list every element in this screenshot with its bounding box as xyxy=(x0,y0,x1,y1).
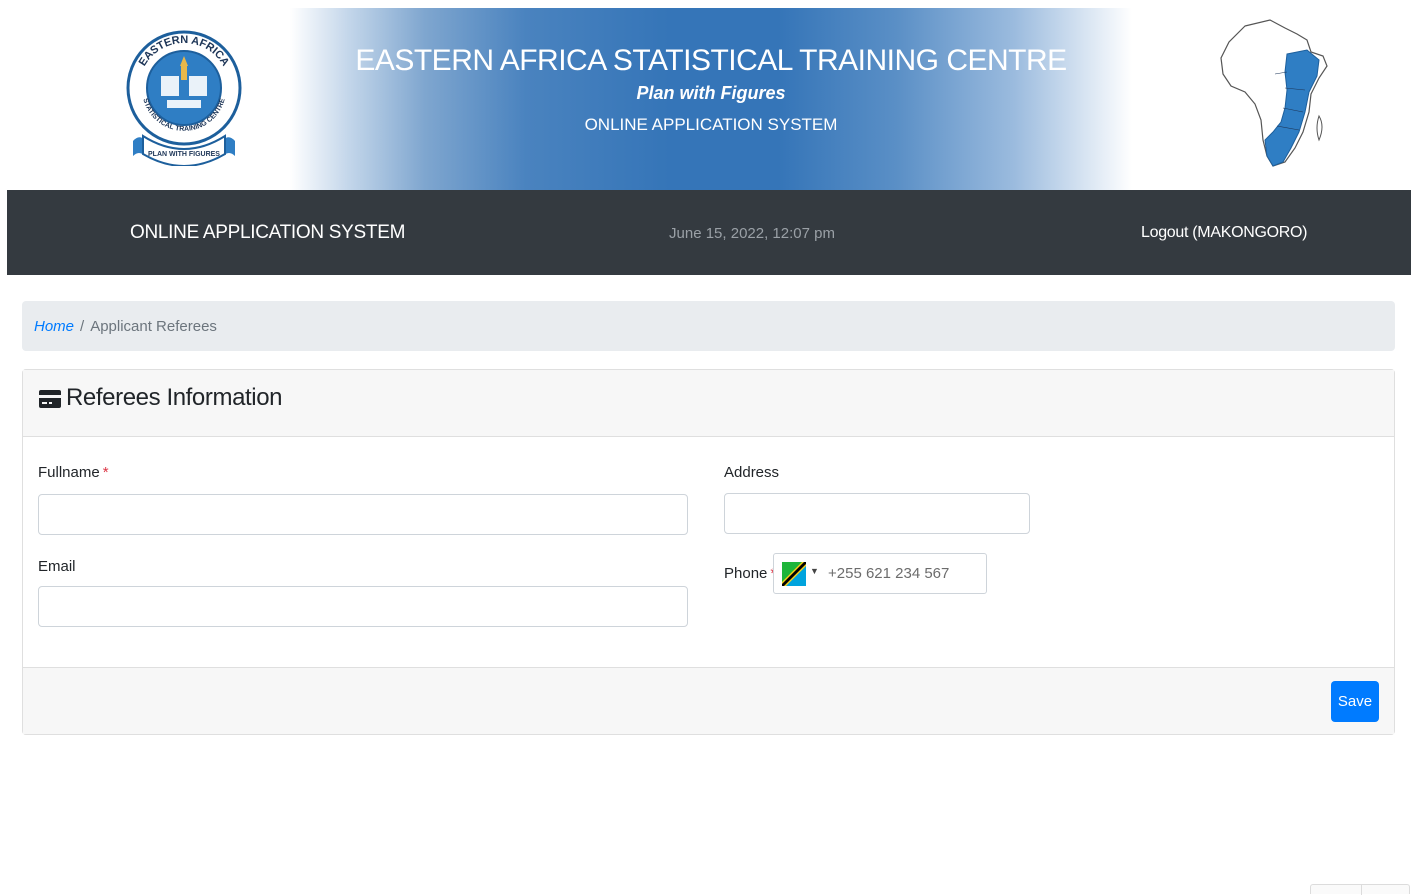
phone-field: ▼ xyxy=(773,553,987,594)
fullname-input[interactable] xyxy=(38,494,688,535)
logout-link[interactable]: Logout (MAKONGORO) xyxy=(1141,224,1308,242)
navbar-brand[interactable]: ONLINE APPLICATION SYSTEM xyxy=(130,222,405,244)
referees-card: Referees Information Fullname * Email Add… xyxy=(22,369,1395,735)
tanzania-flag-icon[interactable] xyxy=(782,562,806,586)
phone-input[interactable] xyxy=(826,555,985,592)
site-banner: EASTERN AFRICA STATISTICAL TRAINING CENT… xyxy=(7,8,1411,190)
address-label: Address xyxy=(724,464,780,481)
breadcrumb-home-link[interactable]: Home xyxy=(34,318,74,335)
credit-card-icon xyxy=(39,390,61,408)
phone-label-text: Phone xyxy=(724,565,768,582)
address-input[interactable] xyxy=(724,493,1030,534)
email-label: Email xyxy=(38,558,76,575)
eastc-seal-logo: EASTERN AFRICA STATISTICAL TRAINING CENT… xyxy=(126,30,242,166)
africa-map-icon xyxy=(1220,19,1328,167)
banner-subtitle: ONLINE APPLICATION SYSTEM xyxy=(584,115,838,134)
current-datetime: June 15, 2022, 12:07 pm xyxy=(669,225,835,242)
breadcrumb-current: Applicant Referees xyxy=(90,318,217,335)
breadcrumb-separator: / xyxy=(80,318,85,335)
card-footer: Save xyxy=(23,667,1394,734)
logo-ribbon-text: PLAN WITH FIGURES xyxy=(148,151,220,158)
breadcrumb: Home / Applicant Referees xyxy=(22,301,1395,351)
fullname-label: Fullname * xyxy=(38,464,109,481)
save-button[interactable]: Save xyxy=(1331,681,1379,722)
top-navbar: ONLINE APPLICATION SYSTEM June 15, 2022,… xyxy=(7,190,1411,275)
email-input[interactable] xyxy=(38,586,688,627)
phone-label: Phone* xyxy=(724,565,776,582)
banner-motto: Plan with Figures xyxy=(636,83,786,103)
country-dropdown-arrow-icon[interactable]: ▼ xyxy=(810,566,819,576)
banner-title: EASTERN AFRICA STATISTICAL TRAINING CENT… xyxy=(355,44,1067,77)
card-title: Referees Information xyxy=(66,384,283,411)
card-header: Referees Information xyxy=(23,370,1394,437)
corner-widget xyxy=(1310,884,1410,895)
required-marker: * xyxy=(102,464,109,481)
fullname-label-text: Fullname xyxy=(38,464,100,481)
